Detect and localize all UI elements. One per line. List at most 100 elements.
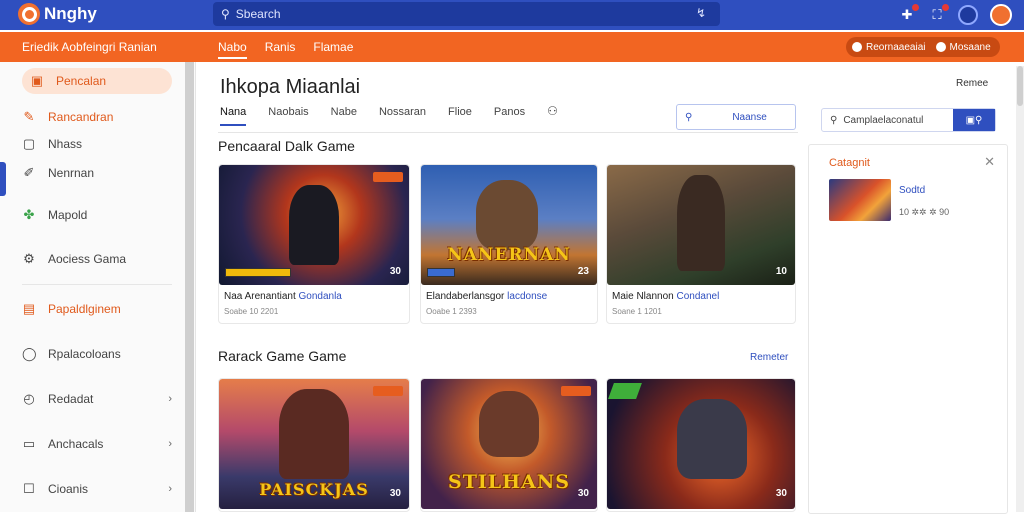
sidebar: ▣ Pencalan ✎ Rancandran ▢ Nhass ✐ Nenrna… (0, 62, 196, 512)
game-card[interactable]: 30 Naa Arenantiant Gondanla Soabe 10 220… (218, 164, 410, 324)
main-content: Ihkopa Miaanlai Nana Naobais Nabe Nossar… (196, 62, 806, 512)
sidebar-item-rancandran[interactable]: ✎ Rancandran (22, 104, 172, 130)
settings-icon: ⚙ (23, 251, 35, 266)
globe-icon[interactable] (958, 5, 978, 25)
game-card[interactable]: NANERNAN 23 Elandaberlansgor lacdonse Oo… (420, 164, 598, 324)
gamepad-icon: ▣ (30, 73, 44, 88)
account-pill[interactable]: Reornaaeaiai Mosaane (846, 37, 1000, 57)
game-title-text: Elandaberlansgor (426, 291, 508, 302)
sidebar-item-label: Anchacals (48, 437, 104, 451)
secondary-nav-item-2[interactable]: Ranis (265, 40, 296, 59)
hero-face (476, 180, 538, 250)
mic-icon[interactable]: ↯ (696, 6, 706, 20)
tab-nana[interactable]: Nana (220, 106, 247, 126)
player-count: 10 (775, 266, 787, 277)
game-publisher-link[interactable]: lacdonse (507, 291, 547, 302)
tag-badge (373, 172, 403, 182)
sidebar-item-label: Papaldlginem (48, 302, 121, 316)
game-card[interactable]: STILHANS 30 (420, 378, 598, 512)
notifications-icon[interactable]: ✚ (898, 4, 919, 24)
content-search-input[interactable]: ⚲ Naanse (676, 104, 796, 130)
panel-item-name[interactable]: Sodtd (899, 185, 925, 196)
pill-right-label: Mosaane (949, 41, 991, 53)
sidebar-item-nenrnan[interactable]: ✐ Nenrnan (22, 160, 172, 186)
sidebar-item-label: Redadat (48, 392, 94, 406)
chevron-right-icon: › (168, 483, 172, 495)
secondary-nav-item-1[interactable]: Nabo (218, 40, 247, 59)
global-search-input[interactable]: ⚲ Sbearch ↯ (213, 2, 720, 26)
close-icon[interactable]: ✕ (984, 154, 995, 170)
right-search-text: Camplaelaconatul (843, 114, 924, 126)
global-search-placeholder: Sbearch (235, 7, 281, 21)
app-name: Nnghy (44, 4, 97, 23)
sidebar-item-nhass[interactable]: ▢ Nhass (22, 131, 172, 157)
folder-icon: ▤ (22, 301, 36, 316)
search-icon: ⚲ (685, 111, 693, 123)
sidebar-item-mapold[interactable]: ✤ Mapold (22, 202, 172, 228)
secondary-nav-bar: Eriedik Aobfeingri Ranian Nabo Ranis Fla… (0, 32, 1024, 62)
sidebar-scrollbar[interactable] (185, 62, 194, 512)
game-thumbnail: 30 (607, 379, 795, 509)
panel-title: Catagnit (829, 157, 870, 169)
sidebar-item-anchacals[interactable]: ▭ Anchacals › (22, 431, 172, 457)
right-search-input[interactable]: ⚲ Camplaelaconatul ▣⚲ (821, 108, 996, 132)
game-subtitle: Ooabe 1 2393 (426, 307, 477, 316)
player-count: 30 (775, 488, 787, 499)
main-tabs: Nana Naobais Nabe Nossaran Flioe Panos ⚇ (220, 104, 580, 126)
sidebar-item-cioanis[interactable]: ☐ Cioanis › (22, 476, 172, 502)
game-title: Maie Nlannon Condanel (612, 291, 719, 302)
pill-dot-icon (852, 42, 862, 52)
game-title-text: Maie Nlannon (612, 291, 677, 302)
panel-item-thumbnail[interactable] (829, 179, 891, 221)
tab-flioe[interactable]: Flioe (448, 106, 472, 126)
game-publisher-link[interactable]: Gondanla (299, 291, 342, 302)
pencil-icon: ✐ (23, 165, 35, 180)
tab-naobais[interactable]: Naobais (268, 106, 308, 126)
game-card[interactable]: 30 (606, 378, 796, 512)
hero-silhouette (289, 185, 339, 265)
see-more-link[interactable]: Remeter (750, 352, 788, 363)
tabs-divider (218, 132, 798, 133)
sidebar-item-label: Cioanis (48, 482, 89, 496)
platform-badge (427, 268, 455, 277)
sidebar-item-rpalacoloans[interactable]: ◯ Rpalacoloans (22, 341, 172, 367)
pill-left-label: Reornaaeaiai (866, 41, 926, 53)
sidebar-item-pencalan[interactable]: ▣ Pencalan (22, 68, 172, 94)
sidebar-item-redadat[interactable]: ◴ Redadat › (22, 386, 172, 412)
controller-icon[interactable]: ⚇ (547, 104, 558, 126)
tab-nabe[interactable]: Nabe (331, 106, 357, 126)
player-count: 30 (577, 488, 589, 499)
filter-button[interactable]: ▣⚲ (953, 109, 995, 131)
game-card[interactable]: 10 Maie Nlannon Condanel Soane 1 1201 (606, 164, 796, 324)
sidebar-item-label: Pencalan (56, 74, 107, 88)
sidebar-divider (22, 284, 172, 285)
game-publisher-link[interactable]: Condanel (676, 291, 719, 302)
app-logo[interactable]: Nnghy (18, 3, 97, 25)
warrior-silhouette (279, 389, 349, 479)
user-avatar[interactable] (990, 4, 1012, 26)
game-logo-text: STILHANS (448, 471, 570, 493)
section-header-title: Eriedik Aobfeingri Ranian (22, 40, 157, 54)
sidebar-item-papaldlginem[interactable]: ▤ Papaldlginem (22, 296, 172, 322)
player-count: 30 (389, 266, 401, 277)
tag-badge (373, 386, 403, 396)
chat-icon: ☐ (23, 481, 35, 496)
game-card[interactable]: PAISCKJAS 30 (218, 378, 410, 512)
new-ribbon (608, 383, 642, 399)
game-title-text: Naa Arenantiant (224, 291, 299, 302)
tab-nossaran[interactable]: Nossaran (379, 106, 426, 126)
rating-badge (225, 268, 291, 277)
right-more-link[interactable]: Remee (956, 78, 988, 89)
square-icon: ▢ (22, 136, 36, 151)
tab-panos[interactable]: Panos (494, 106, 525, 126)
gift-icon[interactable]: ⛶ (928, 4, 949, 24)
tag-badge (561, 386, 591, 396)
section-title: Rarack Game Game (218, 348, 347, 364)
puzzle-icon: ✤ (23, 207, 35, 222)
location-icon: ◯ (22, 346, 37, 361)
robot-silhouette (677, 399, 747, 479)
sidebar-item-aociess-gama[interactable]: ⚙ Aociess Gama (22, 246, 172, 272)
page-scrollbar[interactable] (1016, 66, 1024, 512)
logo-icon (18, 3, 40, 25)
secondary-nav-item-3[interactable]: Flamae (313, 40, 353, 59)
